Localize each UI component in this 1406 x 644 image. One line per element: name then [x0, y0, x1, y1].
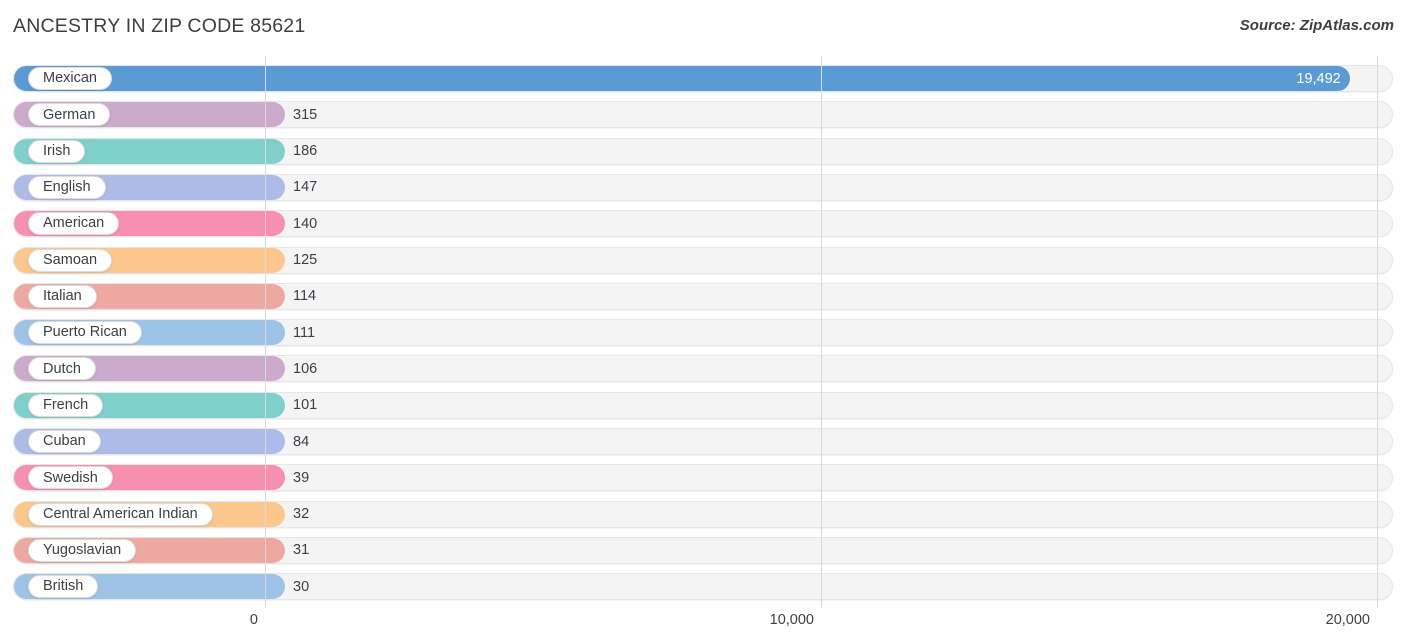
bar-category-label: Samoan — [43, 251, 98, 268]
bar-value-label: 106 — [293, 360, 318, 377]
bar-category-label: Central American Indian — [43, 505, 198, 522]
bar-row[interactable]: Irish 186 — [13, 137, 1393, 165]
bar-rows: Mexican 19,492 German 315 Irish 186 English 147… — [0, 56, 1406, 608]
bar-row[interactable]: Cuban 84 — [13, 428, 1393, 455]
bar-label-pill: Dutch — [28, 357, 96, 381]
bar-label-pill: Swedish — [28, 466, 113, 490]
bar-value-label: 101 — [293, 397, 318, 414]
bar-row[interactable]: Puerto Rican 111 — [13, 319, 1393, 347]
bar-value-label: 114 — [293, 288, 317, 305]
x-axis-tick-label: 0 — [249, 612, 258, 628]
bar-value-label: 39 — [293, 469, 310, 486]
chart-plot-area: Mexican 19,492 German 315 Irish 186 English 147… — [0, 56, 1406, 608]
bar-label-pill: French — [28, 393, 104, 417]
page-title: ANCESTRY IN ZIP CODE 85621 — [13, 15, 306, 37]
bar-row[interactable]: Yugoslavian 31 — [13, 536, 1393, 564]
bar-category-label: French — [43, 396, 89, 413]
bar-category-label: Cuban — [43, 433, 86, 450]
bar-label-pill: Cuban — [28, 430, 101, 453]
bar-category-label: Yugoslavian — [43, 542, 122, 559]
bar-row[interactable]: English 147 — [13, 173, 1393, 201]
bar-label-pill: Samoan — [28, 248, 113, 272]
bar-row[interactable]: Mexican 19,492 — [13, 65, 1393, 92]
bar-category-label: Irish — [43, 142, 71, 159]
bar-value-label: 315 — [293, 106, 318, 123]
bar-row[interactable]: German 315 — [13, 101, 1393, 129]
bar-row[interactable]: Central American Indian 32 — [13, 500, 1393, 528]
bar-row[interactable]: American 140 — [13, 210, 1393, 238]
bar-label-pill: Mexican — [28, 67, 112, 90]
bar-value-label: 111 — [293, 324, 316, 341]
bar-row[interactable]: Swedish 39 — [13, 464, 1393, 492]
bar-category-label: Italian — [43, 288, 82, 305]
bar-category-label: British — [43, 578, 84, 595]
chart-header: ANCESTRY IN ZIP CODE 85621 Source: ZipAt… — [0, 0, 1406, 56]
bar-row[interactable]: French 101 — [13, 391, 1393, 419]
bar-value-label: 30 — [293, 578, 310, 595]
x-axis: 0 10,000 20,000 — [0, 608, 1406, 644]
bar-value-label: 19,492 — [1296, 70, 1341, 87]
bar-row[interactable]: British 30 — [13, 573, 1393, 601]
source-attribution: Source: ZipAtlas.com — [1239, 17, 1394, 34]
bar-row[interactable]: Italian 114 — [13, 282, 1393, 310]
bar-category-label: German — [43, 106, 96, 123]
bar-label-pill: Italian — [28, 284, 97, 308]
bar-value-label: 31 — [293, 542, 310, 559]
bar-label-pill: Yugoslavian — [28, 538, 137, 562]
bar-value-label: 84 — [293, 433, 310, 450]
bar-category-label: Mexican — [43, 70, 97, 87]
bar-row[interactable]: Dutch 106 — [13, 355, 1393, 383]
bar-value-label: 186 — [293, 143, 318, 160]
bar-value-label: 32 — [293, 506, 310, 523]
bar-category-label: American — [43, 215, 105, 232]
bar-label-pill: English — [28, 175, 106, 199]
bar-label-pill: Central American Indian — [28, 502, 213, 526]
bar-label-pill: American — [28, 212, 120, 236]
x-axis-tick-label: 20,000 — [1325, 612, 1370, 628]
bar-category-label: English — [43, 179, 91, 196]
bar-label-pill: Puerto Rican — [28, 321, 142, 345]
bar-row[interactable]: Samoan 125 — [13, 246, 1393, 274]
bar-category-label: Swedish — [43, 469, 98, 486]
bar-category-label: Puerto Rican — [43, 324, 127, 341]
x-axis-tick-label: 10,000 — [769, 612, 814, 628]
bar-label-pill: British — [28, 575, 99, 599]
bar-label-pill: Irish — [28, 139, 86, 163]
bar-label-pill: German — [28, 103, 111, 127]
bar-fill[interactable] — [14, 66, 1350, 91]
bar-value-label: 147 — [293, 179, 318, 196]
bar-value-label: 140 — [293, 215, 318, 232]
bar-category-label: Dutch — [43, 360, 81, 377]
bar-value-label: 125 — [293, 252, 318, 268]
